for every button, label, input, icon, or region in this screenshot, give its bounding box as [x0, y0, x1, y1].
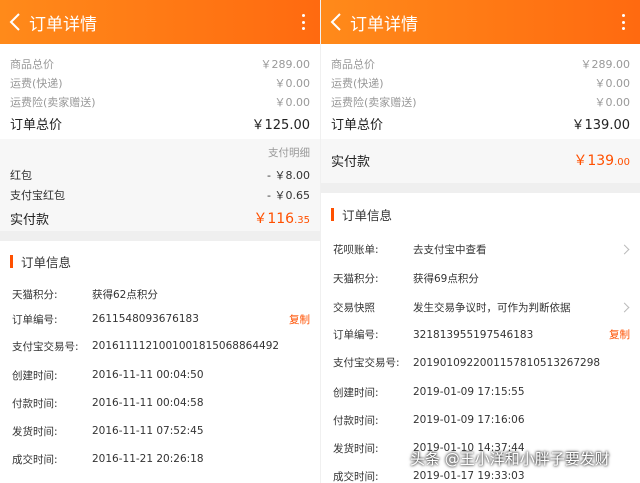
- copy-button[interactable]: 复制: [609, 327, 630, 342]
- left-order-panel: 订单详情 商品总价 ￥289.00 运费(快递) ￥0.00 运费险(卖家赠送)…: [0, 0, 320, 483]
- payment-details: 支付明细 红包 - ￥8.00 支付宝红包 - ￥0.65 实付款 ￥116.3…: [0, 139, 320, 231]
- price-row-shipping: 运费(快递) ￥0.00: [331, 76, 630, 90]
- info-row-order-number: 订单编号: 321813955197546183 复制: [333, 327, 630, 342]
- price-summary: 商品总价 ￥289.00 运费(快递) ￥0.00 运费险(卖家赠送) ￥0.0…: [0, 44, 320, 139]
- info-row-order-number: 订单编号: 2611548093676183 复制: [12, 312, 310, 327]
- page-title: 订单详情: [350, 14, 418, 35]
- price-row-goods: 商品总价 ￥289.00: [331, 57, 630, 71]
- info-row-paid: 付款时间: 2016-11-11 00:04:58: [12, 397, 204, 410]
- more-vertical-icon[interactable]: [622, 14, 626, 30]
- order-info-title: 订单信息: [0, 241, 320, 281]
- watermark-text: 头条 @王小洋和小胖子要发财: [410, 450, 610, 468]
- real-payment-amount: ￥116.35: [253, 211, 310, 227]
- info-row-points: 天猫积分: 获得69点积分: [333, 273, 479, 285]
- info-row-huabei[interactable]: 花呗账单: 去支付宝中查看: [321, 235, 640, 264]
- back-arrow-icon[interactable]: [323, 0, 349, 44]
- info-row-paid: 付款时间: 2019-01-09 17:16:06: [333, 414, 525, 427]
- section-accent-bar: [10, 254, 13, 268]
- back-arrow-icon[interactable]: [2, 0, 28, 44]
- info-row-shipped: 发货时间: 2016-11-11 07:52:45: [12, 425, 204, 438]
- page-title: 订单详情: [29, 14, 97, 35]
- order-total-row: 订单总价 ￥139.00: [331, 117, 630, 133]
- info-row-created: 创建时间: 2019-01-09 17:15:55: [333, 386, 525, 399]
- info-row-snapshot[interactable]: 交易快照 发生交易争议时，可作为判断依据: [321, 293, 640, 322]
- info-row-created: 创建时间: 2016-11-11 00:04:50: [12, 369, 204, 382]
- more-vertical-icon[interactable]: [302, 14, 306, 30]
- info-row-points: 天猫积分: 获得62点积分: [12, 288, 158, 301]
- price-row-goods: 商品总价 ￥289.00: [10, 57, 310, 71]
- price-summary: 商品总价 ￥289.00 运费(快递) ￥0.00 运费险(卖家赠送) ￥0.0…: [321, 44, 640, 139]
- info-row-completed: 成交时间: 2016-11-21 20:26:18: [12, 453, 204, 466]
- order-info-title: 订单信息: [321, 193, 640, 235]
- real-payment-row: 实付款 ￥139.00: [331, 145, 630, 175]
- section-accent-bar: [331, 207, 334, 221]
- real-payment-amount: ￥139.00: [573, 153, 630, 169]
- right-order-panel: 订单详情 商品总价 ￥289.00 运费(快递) ￥0.00 运费险(卖家赠送)…: [320, 0, 640, 483]
- payment-row-hongbao: 红包 - ￥8.00: [10, 169, 310, 182]
- section-divider: [321, 183, 640, 193]
- left-header: 订单详情: [0, 0, 320, 44]
- price-row-insurance: 运费险(卖家赠送) ￥0.00: [10, 95, 310, 109]
- payment-detail-header: 支付明细: [268, 146, 310, 159]
- price-row-shipping: 运费(快递) ￥0.00: [10, 76, 310, 90]
- info-row-alipay-trade: 支付宝交易号: 2016111121001001815068864492: [12, 340, 280, 353]
- order-total-row: 订单总价 ￥125.00: [10, 117, 310, 133]
- price-row-insurance: 运费险(卖家赠送) ￥0.00: [331, 95, 630, 109]
- payment-details: 实付款 ￥139.00: [321, 139, 640, 183]
- payment-row-alipay-hongbao: 支付宝红包 - ￥0.65: [10, 189, 310, 202]
- real-payment-row: 实付款 ￥116.35: [10, 205, 310, 231]
- right-header: 订单详情: [321, 0, 640, 44]
- copy-button[interactable]: 复制: [289, 312, 310, 327]
- section-divider: [0, 231, 320, 241]
- info-row-alipay-trade: 支付宝交易号: 2019010922001157810513267298: [333, 356, 601, 370]
